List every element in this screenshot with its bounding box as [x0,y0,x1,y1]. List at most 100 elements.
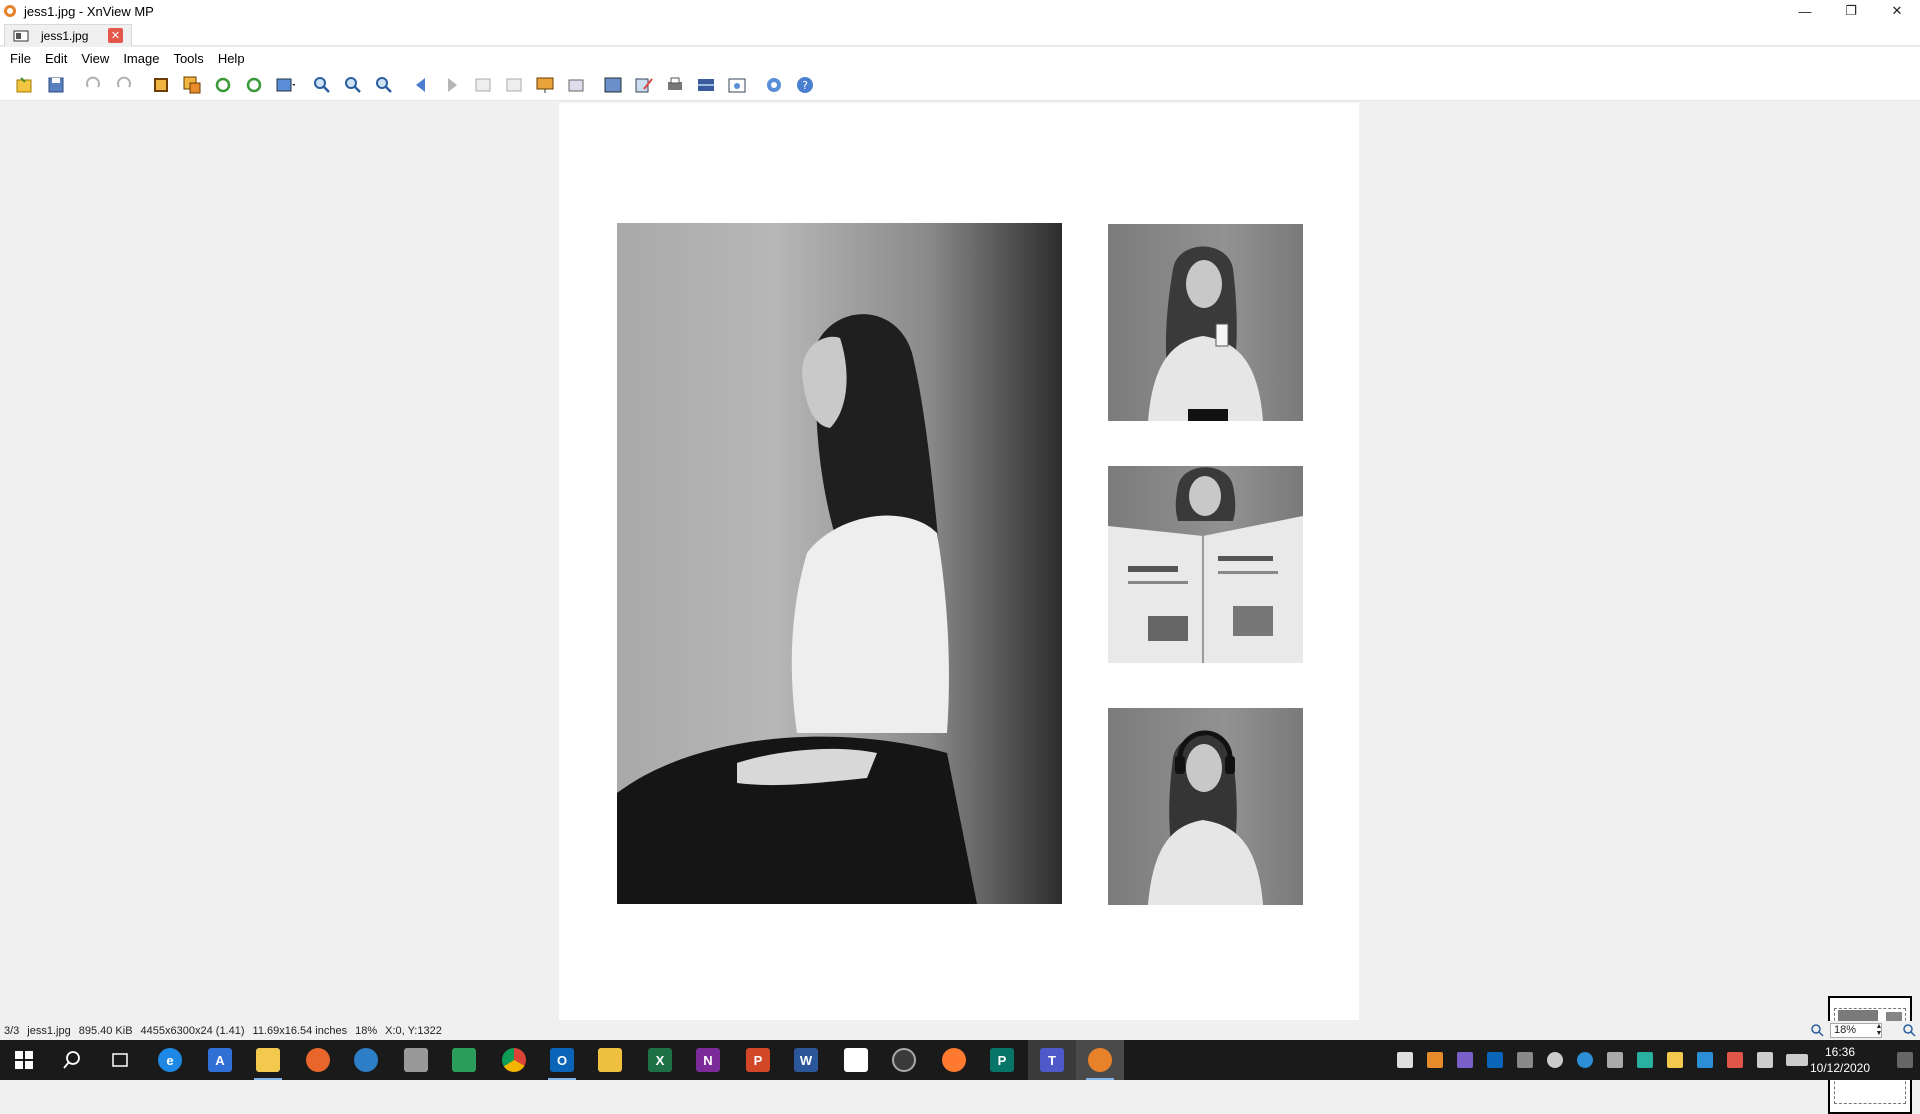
capture-icon[interactable] [724,72,750,98]
menu-file[interactable]: File [3,51,38,66]
tray-onedrive[interactable] [1540,1040,1570,1080]
close-window-button[interactable]: ✕ [1874,0,1920,22]
taskbar-app-grid[interactable] [440,1040,488,1080]
taskbar-printer[interactable] [392,1040,440,1080]
taskbar-powerpoint[interactable]: P [734,1040,782,1080]
status-bar: 3/3 jess1.jpg 895.40 KiB 4455x6300x24 (1… [0,1021,1920,1040]
undo-icon[interactable] [80,72,106,98]
browser-icon[interactable] [12,72,38,98]
start-button[interactable] [0,1040,48,1080]
zoom-out-icon[interactable] [371,72,397,98]
tray-app-icon [1637,1052,1653,1068]
zoom-spinner[interactable]: ▲ ▼ [1874,1023,1884,1038]
excel-icon: X [648,1048,672,1072]
tray-app-2[interactable] [1450,1040,1480,1080]
tray-outlook[interactable] [1480,1040,1510,1080]
tray-mail[interactable] [1390,1040,1420,1080]
taskbar-teams[interactable]: T [1028,1040,1076,1080]
tray-app-6[interactable] [1630,1040,1660,1080]
close-tab-icon[interactable]: ✕ [108,28,123,43]
taskbar-app-a[interactable]: A [196,1040,244,1080]
volume-icon [1757,1052,1773,1068]
taskbar-outlook[interactable]: O [538,1040,586,1080]
rotate-right-icon[interactable] [241,72,267,98]
newspaper-reading-thumbnail [1108,466,1303,663]
last-icon[interactable] [501,72,527,98]
status-zoom-out-icon[interactable] [1902,1023,1916,1037]
headphones-portrait-thumbnail [1108,708,1303,905]
status-zoom-in-icon[interactable] [1810,1023,1824,1037]
zoom-fit-icon[interactable] [340,72,366,98]
previous-icon[interactable] [408,72,434,98]
taskbar-firefox[interactable] [294,1040,342,1080]
task-view-button[interactable] [96,1040,144,1080]
help-icon[interactable]: ? [792,72,818,98]
taskbar-app-b[interactable] [832,1040,880,1080]
next-icon[interactable] [439,72,465,98]
slideshow-icon[interactable] [532,72,558,98]
fullscreen-icon[interactable] [563,72,589,98]
tray-lock[interactable] [1660,1040,1690,1080]
tray-volume[interactable] [1750,1040,1780,1080]
taskbar-folder[interactable] [586,1040,634,1080]
crop-icon[interactable] [148,72,174,98]
publisher-icon: P [990,1048,1014,1072]
adjust-icon[interactable] [272,72,298,98]
tray-app-3[interactable] [1510,1040,1540,1080]
status-zoom: 18% [355,1024,378,1037]
save-icon[interactable] [43,72,69,98]
taskbar-xnview[interactable] [1076,1040,1124,1080]
taskbar-file-explorer[interactable] [244,1040,292,1080]
taskbar-sync[interactable] [342,1040,390,1080]
menu-edit[interactable]: Edit [38,51,74,66]
tray-app-icon [1427,1052,1443,1068]
tray-app-icon [1517,1052,1533,1068]
image-canvas[interactable] [559,103,1359,1020]
tray-app-7[interactable] [1690,1040,1720,1080]
taskbar-publisher[interactable]: P [978,1040,1026,1080]
menu-view[interactable]: View [74,51,116,66]
tab-jess1[interactable]: jess1.jpg ✕ [4,24,132,46]
taskbar-firefox-dev[interactable] [930,1040,978,1080]
tray-app-4[interactable] [1570,1040,1600,1080]
minimize-button[interactable]: — [1782,0,1828,22]
compare-icon[interactable] [600,72,626,98]
status-dimensions: 4455x6300x24 (1.41) [140,1024,245,1037]
taskbar-word[interactable]: W [782,1040,830,1080]
menu-image[interactable]: Image [116,51,166,66]
first-icon[interactable] [470,72,496,98]
taskbar-internet-explorer[interactable]: e [146,1040,194,1080]
edit-icon[interactable] [631,72,657,98]
taskbar-chrome[interactable] [490,1040,538,1080]
search-button[interactable] [48,1040,96,1080]
lock-icon [1667,1052,1683,1068]
teams-icon: T [1040,1048,1064,1072]
taskbar-onenote[interactable]: N [684,1040,732,1080]
taskbar-clock[interactable]: 16:36 10/12/2020 [1800,1044,1880,1076]
scan-icon[interactable] [693,72,719,98]
tray-app-5[interactable] [1600,1040,1630,1080]
resize-icon[interactable] [179,72,205,98]
menu-tools[interactable]: Tools [166,51,210,66]
firefox-dev-icon [942,1048,966,1072]
mail-icon [1397,1052,1413,1068]
image-viewer[interactable] [0,101,1920,1114]
print-icon[interactable] [662,72,688,98]
folder-icon [598,1048,622,1072]
taskbar-excel[interactable]: X [636,1040,684,1080]
tab-bar: jess1.jpg ✕ [0,22,1920,46]
menu-help[interactable]: Help [211,51,252,66]
tray-app-8[interactable] [1720,1040,1750,1080]
taskbar-app-c[interactable] [880,1040,928,1080]
search-icon [63,1051,80,1069]
rotate-left-icon[interactable] [210,72,236,98]
tray-app-1[interactable] [1420,1040,1450,1080]
zoom-in-icon[interactable] [309,72,335,98]
redo-icon[interactable] [111,72,137,98]
notification-button[interactable] [1890,1040,1920,1080]
internet-explorer-icon: e [158,1048,182,1072]
restore-button[interactable]: ❐ [1828,0,1874,22]
clock-date: 10/12/2020 [1809,1061,1871,1075]
settings-icon[interactable] [761,72,787,98]
windows-icon [15,1051,33,1069]
